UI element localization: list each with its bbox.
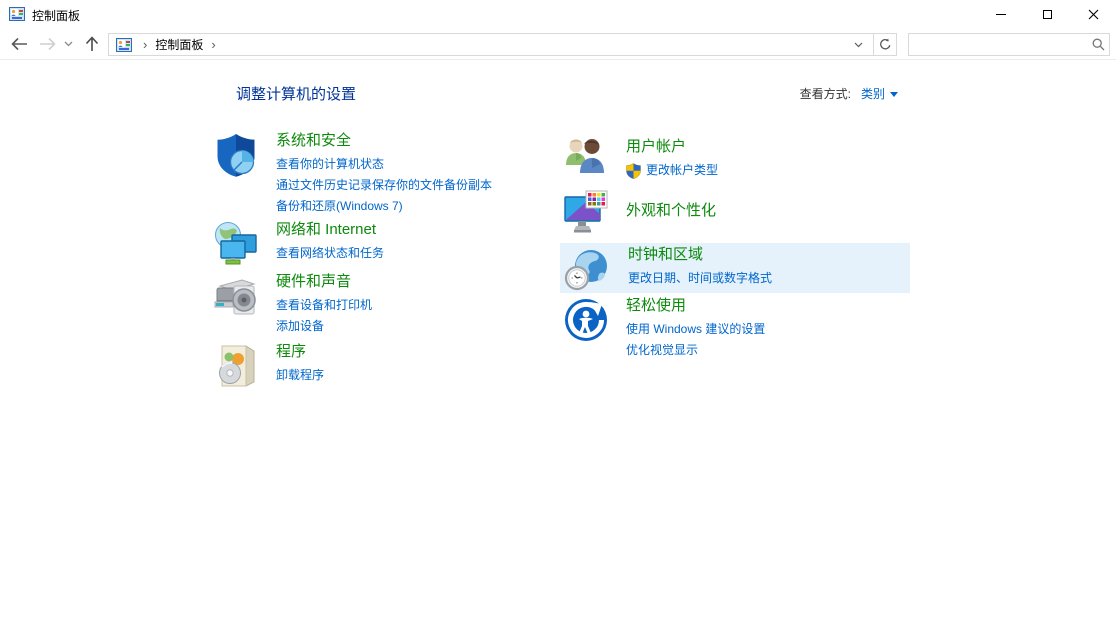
category-title[interactable]: 轻松使用 xyxy=(626,296,765,316)
up-button[interactable] xyxy=(80,32,104,56)
refresh-icon xyxy=(879,38,890,50)
category-clock-and-region[interactable]: 时钟和区域 更改日期、时间或数字格式 xyxy=(560,243,910,293)
category-appearance-and-personalization: 外观和个性化 xyxy=(562,188,716,236)
view-by-value[interactable]: 类别 xyxy=(861,85,885,102)
maximize-button[interactable] xyxy=(1024,0,1070,28)
recent-pages-button[interactable] xyxy=(59,32,77,56)
category-ease-of-access: 轻松使用 使用 Windows 建议的设置 优化视觉显示 xyxy=(562,296,765,361)
category-user-accounts: 用户帐户 更改帐户类型 xyxy=(562,131,718,181)
search-box xyxy=(908,33,1110,56)
two-users-icon xyxy=(562,131,610,179)
forward-arrow-icon xyxy=(39,37,56,51)
window-title: 控制面板 xyxy=(32,9,81,23)
chevron-down-icon xyxy=(854,42,863,47)
close-button[interactable] xyxy=(1070,0,1116,28)
category-link[interactable]: 使用 Windows 建议的设置 xyxy=(626,319,765,340)
category-link[interactable]: 添加设备 xyxy=(276,316,372,337)
minimize-icon xyxy=(996,13,1006,15)
category-link[interactable]: 卸载程序 xyxy=(276,365,324,386)
category-link[interactable]: 更改帐户类型 xyxy=(646,160,718,181)
page-title: 调整计算机的设置 xyxy=(236,86,357,103)
network-globe-monitors-icon xyxy=(212,220,260,268)
category-link[interactable]: 查看你的计算机状态 xyxy=(276,154,492,175)
software-box-cd-icon xyxy=(212,342,260,390)
address-bar[interactable]: › 控制面板 › xyxy=(108,33,874,56)
category-link[interactable]: 通过文件历史记录保存你的文件备份副本 xyxy=(276,175,492,196)
category-system-and-security: 系统和安全 查看你的计算机状态 通过文件历史记录保存你的文件备份副本 备份和还原… xyxy=(212,131,492,217)
globe-clock-icon xyxy=(564,245,612,293)
title-bar: 控制面板 xyxy=(0,0,1116,28)
category-network-and-internet: 网络和 Internet 查看网络状态和任务 xyxy=(212,220,384,268)
breadcrumb-chevron-icon[interactable]: › xyxy=(135,37,155,52)
close-icon xyxy=(1088,9,1098,19)
category-title[interactable]: 外观和个性化 xyxy=(626,201,716,221)
category-link[interactable]: 更改日期、时间或数字格式 xyxy=(628,268,772,289)
monitor-palette-icon xyxy=(562,188,610,236)
ease-of-access-icon xyxy=(562,296,610,344)
back-arrow-icon xyxy=(10,37,27,51)
category-title[interactable]: 用户帐户 xyxy=(626,137,718,157)
up-arrow-icon xyxy=(85,36,99,51)
view-by-dropdown-icon[interactable] xyxy=(890,92,898,97)
chevron-down-icon xyxy=(64,41,72,47)
uac-shield-icon xyxy=(626,162,641,179)
control-panel-window: { "window": { "title": "控制面板" }, "toolba… xyxy=(0,0,1116,626)
category-title[interactable]: 网络和 Internet xyxy=(276,220,384,240)
control-panel-icon xyxy=(116,37,132,53)
search-icon[interactable] xyxy=(1087,38,1109,51)
category-title[interactable]: 时钟和区域 xyxy=(628,245,772,265)
back-button[interactable] xyxy=(7,32,31,56)
navigation-toolbar: › 控制面板 › xyxy=(0,28,1116,60)
minimize-button[interactable] xyxy=(978,0,1024,28)
security-shield-icon xyxy=(212,131,260,179)
printer-speaker-icon xyxy=(212,272,260,320)
maximize-icon xyxy=(1042,9,1052,19)
control-panel-icon xyxy=(9,6,25,22)
category-programs: 程序 卸载程序 xyxy=(212,342,324,390)
view-by-control: 查看方式: 类别 xyxy=(800,85,898,102)
category-link[interactable]: 查看网络状态和任务 xyxy=(276,243,384,264)
view-by-label: 查看方式: xyxy=(799,87,851,101)
refresh-button[interactable] xyxy=(873,33,897,56)
forward-button[interactable] xyxy=(35,32,59,56)
breadcrumb-item-control-panel[interactable]: 控制面板 xyxy=(155,36,203,53)
address-dropdown-button[interactable] xyxy=(848,39,869,51)
category-title[interactable]: 系统和安全 xyxy=(276,131,492,151)
category-title[interactable]: 硬件和声音 xyxy=(276,272,372,292)
search-input[interactable] xyxy=(909,34,1087,55)
category-hardware-and-sound: 硬件和声音 查看设备和打印机 添加设备 xyxy=(212,272,372,337)
category-title[interactable]: 程序 xyxy=(276,342,324,362)
breadcrumb-chevron-icon[interactable]: › xyxy=(203,37,223,52)
category-link[interactable]: 查看设备和打印机 xyxy=(276,295,372,316)
category-link[interactable]: 优化视觉显示 xyxy=(626,340,765,361)
category-link[interactable]: 备份和还原(Windows 7) xyxy=(276,196,492,217)
